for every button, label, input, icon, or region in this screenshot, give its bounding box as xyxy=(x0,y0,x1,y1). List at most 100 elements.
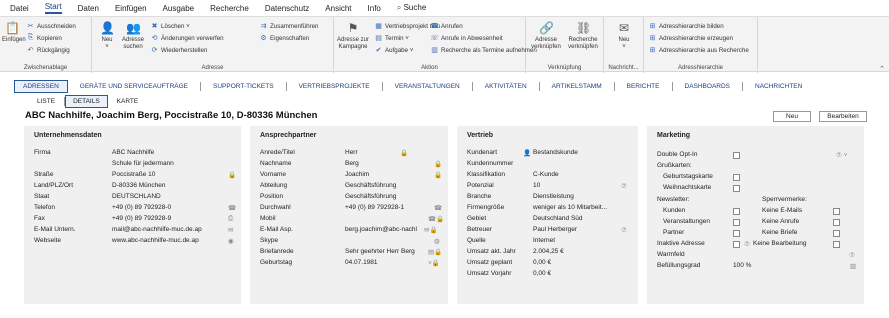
tab-geraete[interactable]: GERÄTE UND SERVICEAUFTRÄGE xyxy=(68,81,201,91)
no-processing-checkbox[interactable] xyxy=(833,241,840,248)
skype-icon[interactable]: ◍ xyxy=(434,237,440,245)
collapse-ribbon-icon[interactable]: ⌃ xyxy=(879,65,885,73)
company-value[interactable]: ABC Nachhilfe xyxy=(112,149,154,156)
sales-value[interactable]: 0,00 € xyxy=(533,270,551,277)
new-button[interactable]: Neu xyxy=(773,111,811,122)
cut-button[interactable]: ✂ Ausschneiden xyxy=(26,21,76,31)
merge-button[interactable]: ⇉ Zusammenführen xyxy=(259,21,319,31)
subtab-karte[interactable]: KARTE xyxy=(108,97,148,106)
hierarchy-from-research-button[interactable]: ⊞ Adresshierarchie aus Recherche xyxy=(648,45,749,55)
menu-ansicht[interactable]: Ansicht xyxy=(325,4,351,13)
new-address-button[interactable]: 👤 Neu ˅ xyxy=(96,21,118,51)
contact-value[interactable]: 04.07.1981 xyxy=(345,259,378,266)
tab-veranstaltungen[interactable]: VERANSTALTUNGEN xyxy=(383,81,473,91)
tab-support[interactable]: SUPPORT-TICKETS xyxy=(201,81,287,91)
email-icon[interactable]: ✉🔒 xyxy=(424,226,438,234)
tab-dashboards[interactable]: DASHBOARDS xyxy=(673,81,744,91)
contact-value[interactable]: Herr xyxy=(345,149,358,156)
sales-value[interactable]: 10 xyxy=(533,182,540,189)
help-icon[interactable]: ⑦ xyxy=(849,251,855,259)
company-value[interactable]: +49 (0) 89 792928-9 xyxy=(112,215,171,222)
contact-value[interactable]: Berg xyxy=(345,160,359,167)
contact-value[interactable]: +49 (0) 89 792928-1 xyxy=(345,204,404,211)
inactive-checkbox[interactable] xyxy=(733,241,740,248)
phone-icon[interactable]: ☎ xyxy=(228,204,236,212)
menu-ausgabe[interactable]: Ausgabe xyxy=(163,4,195,13)
company-value[interactable]: +49 (0) 89 792928-0 xyxy=(112,204,171,211)
create-hierarchy-button[interactable]: ⊞ Adresshierarchie erzeugen xyxy=(648,33,733,43)
letter-icon[interactable]: ▤🔒 xyxy=(428,248,442,256)
undo-button[interactable]: ↶ Rückgängig xyxy=(26,45,70,55)
menu-start[interactable]: Start xyxy=(44,2,62,14)
lock-icon[interactable]: 🔒 xyxy=(434,171,442,179)
company-value[interactable]: www.abc-nachhilfe-muc.de.ap xyxy=(112,237,199,244)
subtab-liste[interactable]: LISTE xyxy=(28,96,66,106)
no-letters-checkbox[interactable] xyxy=(833,230,840,237)
tab-aktivitaeten[interactable]: AKTIVITÄTEN xyxy=(473,81,540,91)
appointment-button[interactable]: ▤ Termin ˅ xyxy=(374,33,409,43)
link-research-button[interactable]: ⛓ Recherche verknüpfen xyxy=(564,21,602,51)
sales-value[interactable]: weniger als 10 Mitarbeit... xyxy=(533,204,607,211)
globe-icon[interactable]: ◉ xyxy=(228,237,234,245)
restore-button[interactable]: ⟳ Wiederherstellen xyxy=(150,45,208,55)
edit-button[interactable]: Bearbeiten xyxy=(819,111,867,122)
trash-icon[interactable]: ▥ xyxy=(850,262,856,270)
help-icon[interactable]: ⑦ ˅ xyxy=(836,151,847,159)
research-appointments-button[interactable]: ▥ Recherche als Termine aufnehmen xyxy=(430,45,537,55)
sales-value[interactable]: Paul Herberger xyxy=(533,226,577,233)
task-button[interactable]: ✔ Aufgabe ˅ xyxy=(374,45,414,55)
sales-value[interactable]: Bestandskunde xyxy=(533,149,578,156)
build-hierarchy-button[interactable]: ⊞ Adresshierarchie bilden xyxy=(648,21,724,31)
email-icon[interactable]: ✉ xyxy=(228,226,233,234)
help-icon[interactable]: ⑦ xyxy=(621,226,627,234)
tab-adressen[interactable]: ADRESSEN xyxy=(14,79,68,93)
customer-type-icon[interactable]: 👤 xyxy=(523,149,531,157)
contact-value[interactable]: Geschäftsführung xyxy=(345,182,396,189)
customers-checkbox[interactable] xyxy=(733,208,740,215)
mobile-icon[interactable]: ☎🔒 xyxy=(428,215,444,223)
sales-value[interactable]: C-Kunde xyxy=(533,171,559,178)
delete-button[interactable]: ✖ Löschen ˅ xyxy=(150,21,190,31)
tab-artikelstamm[interactable]: ARTIKELSTAMM xyxy=(540,81,615,91)
link-address-button[interactable]: 🔗 Adresse verknüpfen xyxy=(528,21,564,51)
christmas-checkbox[interactable] xyxy=(733,185,740,192)
phone-icon[interactable]: ☎ xyxy=(434,204,442,212)
double-optin-checkbox[interactable] xyxy=(733,152,740,159)
sales-value[interactable]: Internet xyxy=(533,237,555,244)
company-value[interactable]: Poccistraße 10 xyxy=(112,171,155,178)
fax-icon[interactable]: ⎙ xyxy=(228,215,233,223)
menu-datenschutz[interactable]: Datenschutz xyxy=(265,4,309,13)
menu-info[interactable]: Info xyxy=(368,4,381,13)
discard-changes-button[interactable]: ⟲ Änderungen verwerfen xyxy=(150,33,224,43)
copy-button[interactable]: ⎘ Kopieren xyxy=(26,33,62,43)
menu-einfuegen[interactable]: Einfügen xyxy=(115,4,147,13)
contact-value[interactable]: berg.joachim@abc-nachl xyxy=(345,226,417,233)
sales-value[interactable]: 0,00 € xyxy=(533,259,551,266)
company-value[interactable]: mail@abc-nachhilfe-muc.de.ap xyxy=(112,226,202,233)
contact-value[interactable]: Geschäftsführung xyxy=(345,193,396,200)
tab-nachrichten[interactable]: NACHRICHTEN xyxy=(743,82,814,91)
menu-datei[interactable]: Datei xyxy=(10,4,29,13)
calls-absent-button[interactable]: ☏ Anrufe in Abwesenheit xyxy=(430,33,502,43)
sales-value[interactable]: 2.004,25 € xyxy=(533,248,564,255)
no-calls-checkbox[interactable] xyxy=(833,219,840,226)
contact-value[interactable]: Joachim xyxy=(345,171,369,178)
company-value[interactable]: Schule für jedermann xyxy=(112,160,174,167)
tab-vertriebsprojekte[interactable]: VERTRIEBSPROJEKTE xyxy=(287,81,383,91)
new-message-button[interactable]: ✉ Neu ˅ xyxy=(612,21,636,51)
help-icon[interactable]: ⑦ xyxy=(621,182,627,190)
lock-icon[interactable]: 🔒 xyxy=(400,149,408,157)
tab-berichte[interactable]: BERICHTE xyxy=(615,81,673,91)
company-value[interactable]: D-80336 München xyxy=(112,182,165,189)
paste-button[interactable]: 📋 Einfügen xyxy=(2,21,26,44)
help-icon[interactable]: ⑦ xyxy=(744,240,750,248)
menu-suche[interactable]: ⌕ Suche xyxy=(397,3,426,13)
contact-value[interactable]: Sehr geehrter Herr Berg xyxy=(345,248,415,255)
lock-icon[interactable]: 🔒 xyxy=(228,171,236,179)
lock-icon[interactable]: 🔒 xyxy=(434,160,442,168)
no-emails-checkbox[interactable] xyxy=(833,208,840,215)
menu-daten[interactable]: Daten xyxy=(78,4,99,13)
partners-checkbox[interactable] xyxy=(733,230,740,237)
events-checkbox[interactable] xyxy=(733,219,740,226)
search-address-button[interactable]: 👥 Adresse suchen xyxy=(120,21,146,51)
